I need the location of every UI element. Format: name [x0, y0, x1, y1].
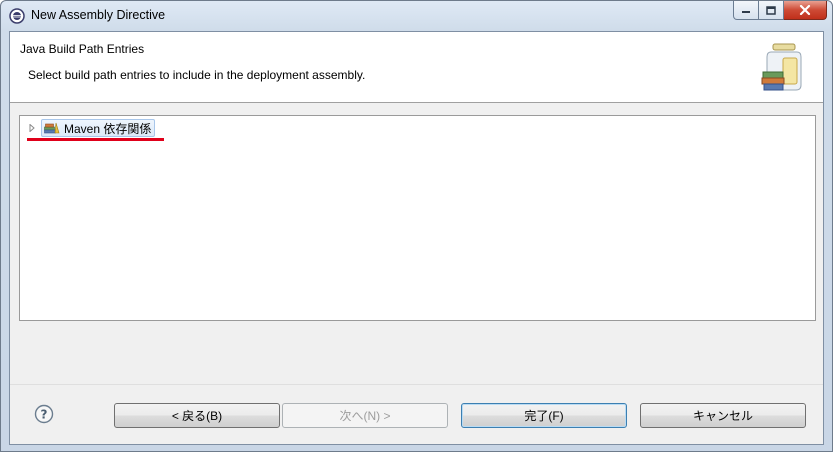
footer-divider — [10, 384, 823, 385]
build-path-jar-icon — [761, 43, 802, 91]
close-button[interactable] — [784, 1, 827, 20]
wizard-header: Java Build Path Entries Select build pat… — [10, 32, 823, 103]
finish-button[interactable]: 完了(F) — [461, 403, 627, 428]
minimize-icon — [742, 11, 750, 13]
cancel-button[interactable]: キャンセル — [640, 403, 806, 428]
highlight-underline — [27, 138, 164, 141]
maximize-icon — [766, 5, 776, 15]
build-path-tree[interactable]: Maven 依存関係 — [19, 115, 816, 321]
wizard-dialog: Java Build Path Entries Select build pat… — [9, 31, 824, 445]
page-description: Select build path entries to include in … — [28, 68, 366, 82]
title-bar[interactable]: New Assembly Directive — [1, 1, 832, 31]
window-controls — [733, 1, 827, 20]
help-icon[interactable]: ? — [34, 404, 54, 424]
expand-arrow-icon[interactable] — [27, 123, 37, 133]
tree-node-maven-dependencies[interactable]: Maven 依存関係 — [41, 119, 156, 137]
tree-item-label: Maven 依存関係 — [64, 121, 152, 136]
window-title: New Assembly Directive — [31, 8, 166, 22]
minimize-button[interactable] — [733, 1, 759, 20]
next-button[interactable]: 次へ(N) > — [282, 403, 448, 428]
close-icon — [799, 5, 811, 15]
page-title: Java Build Path Entries — [20, 42, 145, 56]
library-icon — [44, 122, 60, 134]
svg-text:?: ? — [41, 408, 48, 422]
eclipse-icon — [9, 8, 25, 24]
maximize-button[interactable] — [759, 1, 784, 20]
tree-item[interactable]: Maven 依存関係 — [27, 118, 156, 138]
back-button[interactable]: < 戻る(B) — [114, 403, 280, 428]
dialog-window: New Assembly Directive Java Build Path E… — [0, 0, 833, 452]
